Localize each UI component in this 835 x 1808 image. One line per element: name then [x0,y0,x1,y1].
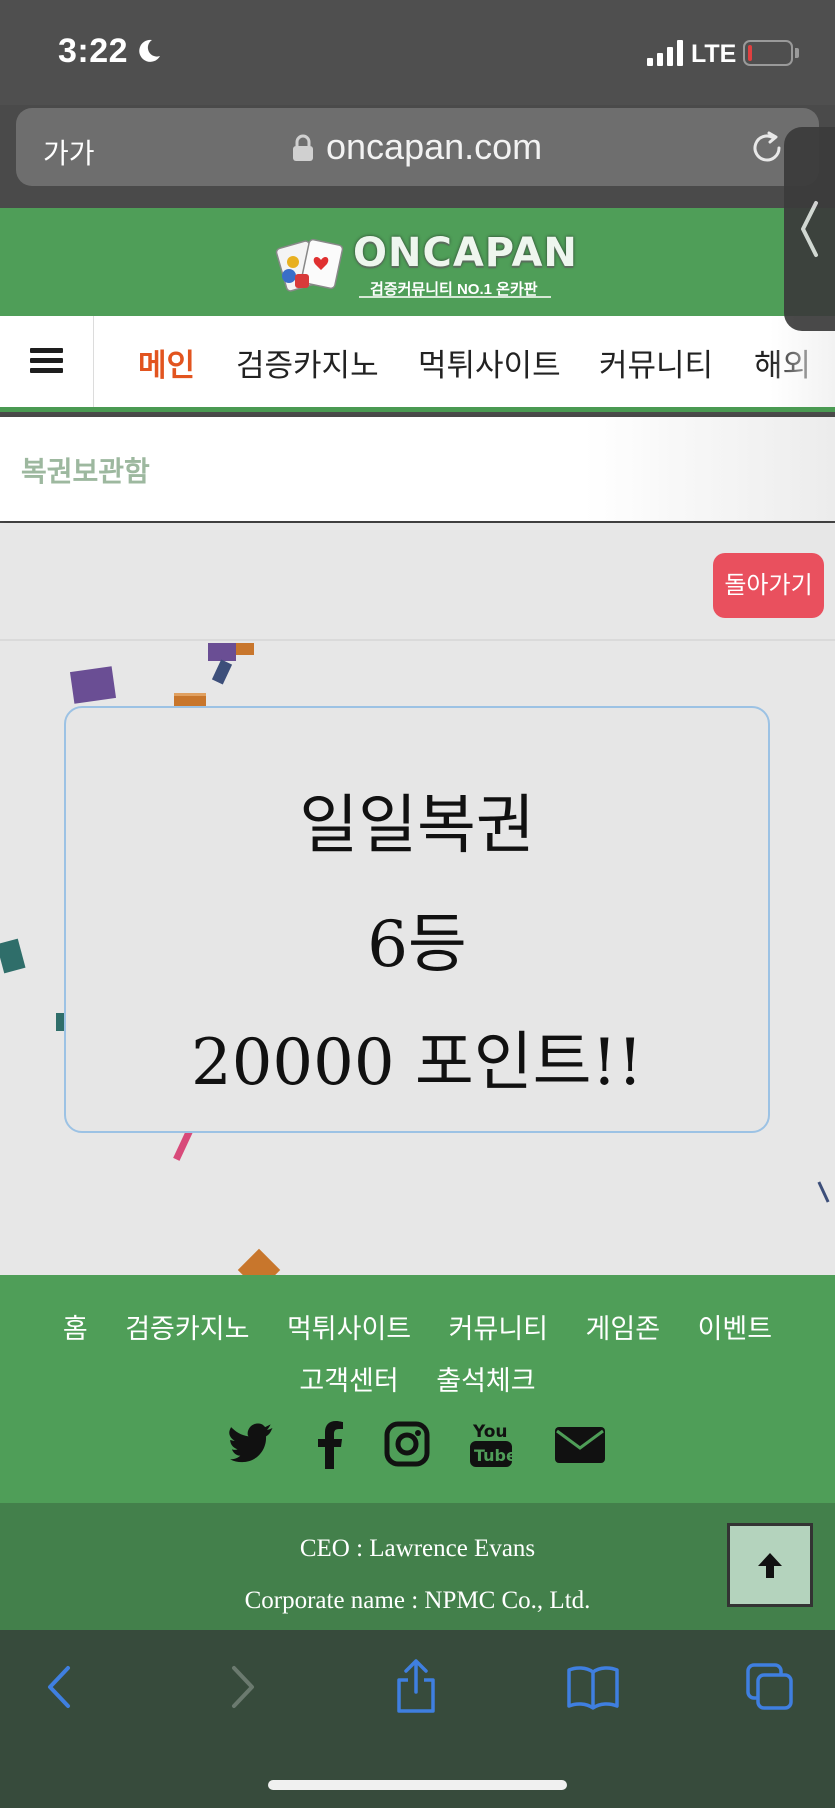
page-title: 복권보관함 [21,456,150,487]
footer-link-home[interactable]: 홈 [63,1314,88,1344]
moon-icon [139,39,160,62]
footer-link-event[interactable]: 이벤트 [698,1314,773,1344]
lottery-result-card: 일일복권 6등 20000 포인트!! [64,706,770,1133]
footer-link-community[interactable]: 커뮤니티 [449,1314,548,1344]
lock-icon [293,134,313,161]
address-bar[interactable]: 가가 oncapan.com [16,108,819,186]
cards-logo-icon [275,238,344,292]
nav-scam-sites[interactable]: 먹튀사이트 [418,340,561,385]
nav-community[interactable]: 커뮤니티 [599,340,713,385]
home-indicator [268,1780,567,1790]
arrow-up-icon [758,1553,782,1578]
battery-nub [795,48,799,58]
status-bar: 3:22 LTE [0,0,835,105]
footer-link-attendance[interactable]: 출석체크 [436,1366,535,1396]
lottery-name: 일일복권 [299,789,535,863]
corporate-name: Corporate name : NPMC Co., Ltd. [244,1587,591,1614]
youtube-icon[interactable]: You Tube [468,1419,514,1469]
site-logo[interactable]: ONCAPAN 검증커뮤니티 NO.1 온카판 [275,230,577,298]
breadcrumb: 복권보관함 [0,417,835,521]
confetti-piece [211,659,233,685]
footer-link-verified-casino[interactable]: 검증카지노 [125,1314,249,1344]
status-time: 3:22 [58,32,129,70]
footer-link-scam-sites[interactable]: 먹튀사이트 [287,1314,411,1344]
confetti-piece [69,666,117,704]
site-header: ONCAPAN 검증커뮤니티 NO.1 온카판 [0,208,835,316]
menu-button[interactable] [0,316,94,407]
svg-text:You: You [472,1422,508,1442]
text-size-button[interactable]: 가가 [43,132,95,172]
lottery-rank: 6등 [367,908,467,982]
url-text[interactable]: oncapan.com [326,126,542,168]
company-info: CEO : Lawrence Evans Corporate name : NP… [0,1503,835,1630]
signal-icon [647,40,683,66]
scroll-top-button[interactable] [727,1523,813,1607]
hamburger-icon [30,348,63,374]
share-icon[interactable] [394,1658,438,1714]
confetti-piece [236,643,254,655]
confetti-piece [237,1248,281,1275]
footer-nav: 홈 검증카지노 먹튀사이트 커뮤니티 게임존 이벤트 고객센터 출석체크 You… [0,1275,835,1503]
back-arrow-icon[interactable] [44,1662,74,1712]
chevron-left-icon [801,201,818,257]
instagram-icon[interactable] [384,1419,430,1469]
ceo-text: CEO : Lawrence Evans [299,1535,536,1562]
twitter-icon[interactable] [228,1419,274,1469]
bookmarks-icon[interactable] [566,1664,620,1710]
footer-link-game-zone[interactable]: 게임존 [586,1314,661,1344]
back-button[interactable]: 돌아가기 [713,553,824,618]
main-nav: 메인 검증카지노 먹튀사이트 커뮤니티 해외 [0,316,835,412]
forward-arrow-icon[interactable] [228,1662,258,1712]
footer-link-customer-center[interactable]: 고객센터 [299,1366,398,1396]
side-panel-tab[interactable] [784,127,835,331]
facebook-icon[interactable] [314,1419,346,1469]
lottery-prize: 20000 포인트!! [190,1026,643,1100]
confetti-piece [208,643,236,661]
footer-links: 홈 검증카지노 먹튀사이트 커뮤니티 게임존 이벤트 고객센터 출석체크 [0,1303,835,1407]
tabs-icon[interactable] [745,1662,795,1712]
logo-divider [359,296,551,298]
battery-icon [743,40,793,66]
nav-verified-casino[interactable]: 검증카지노 [236,340,379,385]
confetti-piece [0,938,26,974]
reload-icon[interactable] [749,130,785,166]
email-icon[interactable] [553,1419,607,1469]
svg-text:Tube: Tube [474,1446,514,1465]
logo-text: ONCAPAN [353,230,578,276]
network-label: LTE [691,40,737,68]
nav-main[interactable]: 메인 [138,340,195,385]
confetti-piece [817,1181,830,1203]
